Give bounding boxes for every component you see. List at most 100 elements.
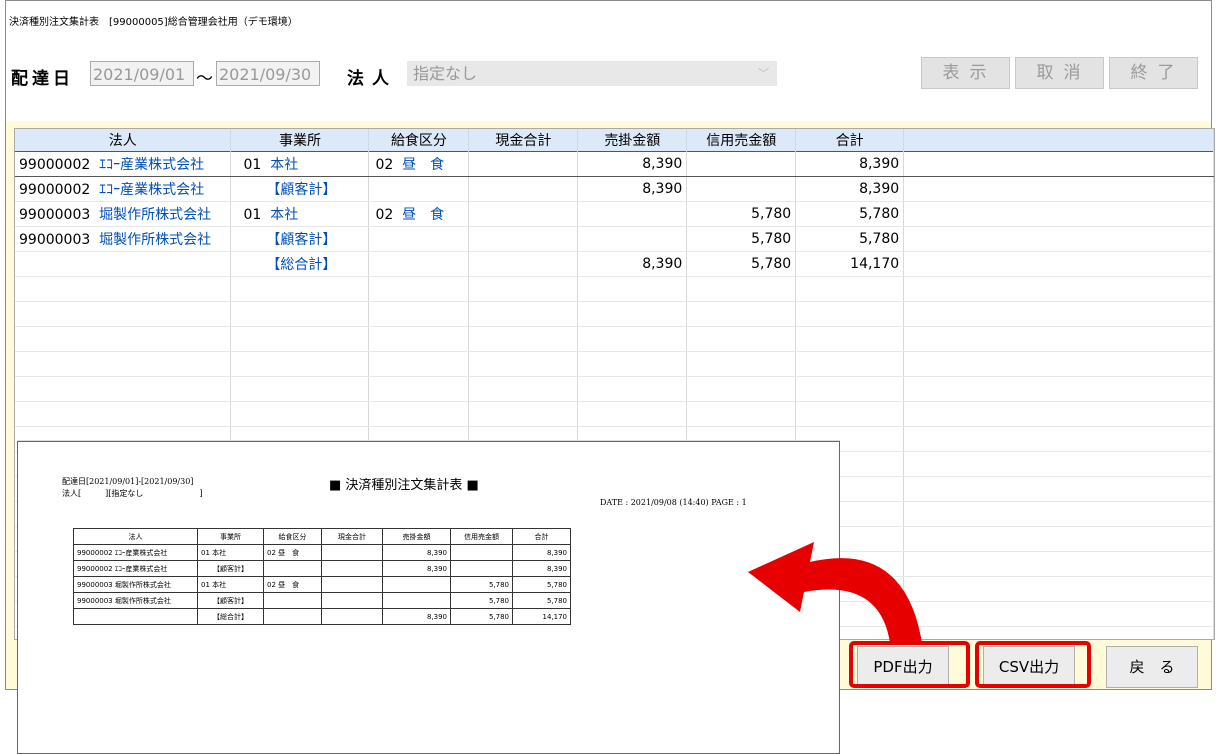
corp-cell: 99000002 ｴｺｰ産業株式会社 (15, 151, 232, 177)
empty-cell (230, 326, 370, 352)
empty-cell (230, 276, 370, 302)
meal-type: 昼 食 (402, 207, 445, 223)
empty-row[interactable] (15, 351, 1214, 377)
table-row[interactable]: 99000003 堀製作所株式会社 【顧客計】 5,780 5,780 (15, 226, 1214, 252)
corp-cell (15, 251, 232, 277)
preview-cell: 5,780 (450, 576, 513, 593)
corp-name: 堀製作所株式会社 (99, 207, 212, 223)
cash-total-cell (468, 201, 579, 227)
empty-cell (577, 351, 688, 377)
preview-cell: 02 昼 食 (263, 576, 322, 593)
preview-corp-filter: 法人[ ][指定なし ] (62, 489, 203, 498)
empty-cell (230, 376, 370, 402)
preview-cell (263, 592, 322, 609)
meal-cell (368, 226, 470, 252)
date-to-field[interactable]: 2021/09/30 (216, 61, 320, 86)
empty-cell (903, 601, 1214, 627)
corp-code: 99000002 (19, 157, 91, 173)
empty-row[interactable] (15, 376, 1214, 402)
empty-cell (368, 351, 470, 377)
preview-cell (321, 608, 383, 625)
empty-cell (468, 326, 579, 352)
corp-cell: 99000003 堀製作所株式会社 (15, 226, 232, 252)
meal-type: 昼 食 (402, 157, 445, 173)
empty-row[interactable] (15, 326, 1214, 352)
empty-cell (686, 401, 797, 427)
preview-col-header: 売掛金額 (382, 528, 451, 545)
corp-code: 99000003 (19, 232, 91, 248)
empty-cell (795, 401, 905, 427)
empty-cell (795, 351, 905, 377)
meal-code: 02 (375, 207, 394, 223)
empty-cell (903, 276, 1214, 302)
empty-cell (903, 526, 1214, 552)
preview-cell: 8,390 (512, 560, 571, 577)
date-from-field[interactable]: 2021/09/01 (90, 61, 194, 86)
empty-cell (903, 301, 1214, 327)
preview-row: 99000003 堀製作所株式会社 01 本社 02 昼 食 5,780 5,780 (73, 576, 571, 593)
receivable-cell: 8,390 (577, 151, 688, 177)
preview-cell (321, 544, 383, 561)
total-cell: 8,390 (795, 151, 905, 177)
empty-cell (686, 376, 797, 402)
preview-cell: 99000002 ｴｺｰ産業株式会社 (73, 560, 198, 577)
preview-cell: 8,390 (382, 544, 451, 561)
total-cell: 5,780 (795, 226, 905, 252)
empty-cell (795, 276, 905, 302)
preview-cell: 8,390 (382, 608, 451, 625)
corp-name: 堀製作所株式会社 (99, 232, 212, 248)
cancel-button[interactable]: 取消 (1015, 57, 1104, 89)
preview-cell: 01 本社 (197, 576, 264, 593)
preview-cell: 99000003 堀製作所株式会社 (73, 576, 198, 593)
office-cell: 01 本社 (230, 201, 370, 227)
meal-cell: 02 昼 食 (368, 151, 470, 177)
table-header-row: 法人 事業所 給食区分 現金合計 売掛金額 信用売金額 合計 (15, 129, 1214, 152)
preview-cell: 【顧客計】 (197, 560, 264, 577)
preview-col-header: 信用売金額 (450, 528, 513, 545)
cash-total-cell (468, 226, 579, 252)
col-header-receivable: 売掛金額 (577, 129, 688, 152)
receivable-cell: 8,390 (577, 251, 688, 277)
table-row[interactable]: 99000002 ｴｺｰ産業株式会社 【顧客計】 8,390 8,390 (15, 176, 1214, 202)
preview-cell (321, 592, 383, 609)
empty-cell (15, 326, 232, 352)
receivable-cell (577, 226, 688, 252)
preview-row: 【総合計】 8,390 5,780 14,170 (73, 608, 571, 625)
show-button[interactable]: 表示 (921, 57, 1010, 89)
preview-cell: 99000003 堀製作所株式会社 (73, 592, 198, 609)
corp-select-value: 指定なし (413, 64, 478, 83)
preview-col-header: 事業所 (197, 528, 264, 545)
preview-cell (263, 560, 322, 577)
cash-total-cell (468, 151, 579, 177)
corp-code: 99000003 (19, 207, 91, 223)
preview-row: 99000002 ｴｺｰ産業株式会社 01 本社 02 昼 食 8,390 8,390 (73, 544, 571, 561)
empty-cell (468, 351, 579, 377)
office-cell: 【顧客計】 (230, 176, 370, 202)
col-header-credit: 信用売金額 (686, 129, 797, 152)
preview-cell (382, 576, 451, 593)
preview-cell: 8,390 (382, 560, 451, 577)
corp-select[interactable]: 指定なし ﹀ (407, 61, 777, 86)
empty-cell (686, 301, 797, 327)
filler-cell (903, 226, 1214, 252)
empty-row[interactable] (15, 301, 1214, 327)
empty-cell (577, 301, 688, 327)
table-row[interactable]: 【総合計】 8,390 5,780 14,170 (15, 251, 1214, 277)
empty-row[interactable] (15, 401, 1214, 427)
table-row[interactable]: 99000002 ｴｺｰ産業株式会社 01 本社 02 昼 食 8,390 8,390 (15, 151, 1214, 177)
empty-cell (686, 326, 797, 352)
preview-cell (450, 544, 513, 561)
table-row[interactable]: 99000003 堀製作所株式会社 01 本社 02 昼 食 5,780 5,780 (15, 201, 1214, 227)
empty-cell (903, 451, 1214, 477)
preview-cell: 14,170 (512, 608, 571, 625)
empty-row[interactable] (15, 276, 1214, 302)
empty-cell (795, 326, 905, 352)
preview-cell (73, 608, 198, 625)
preview-cell: 【総合計】 (197, 608, 264, 625)
empty-cell (795, 301, 905, 327)
exit-button[interactable]: 終了 (1109, 57, 1198, 89)
office-name: 【総合計】 (266, 257, 337, 273)
col-header-corp: 法人 (15, 129, 232, 152)
back-button[interactable]: 戻 る (1106, 646, 1198, 688)
total-cell: 14,170 (795, 251, 905, 277)
